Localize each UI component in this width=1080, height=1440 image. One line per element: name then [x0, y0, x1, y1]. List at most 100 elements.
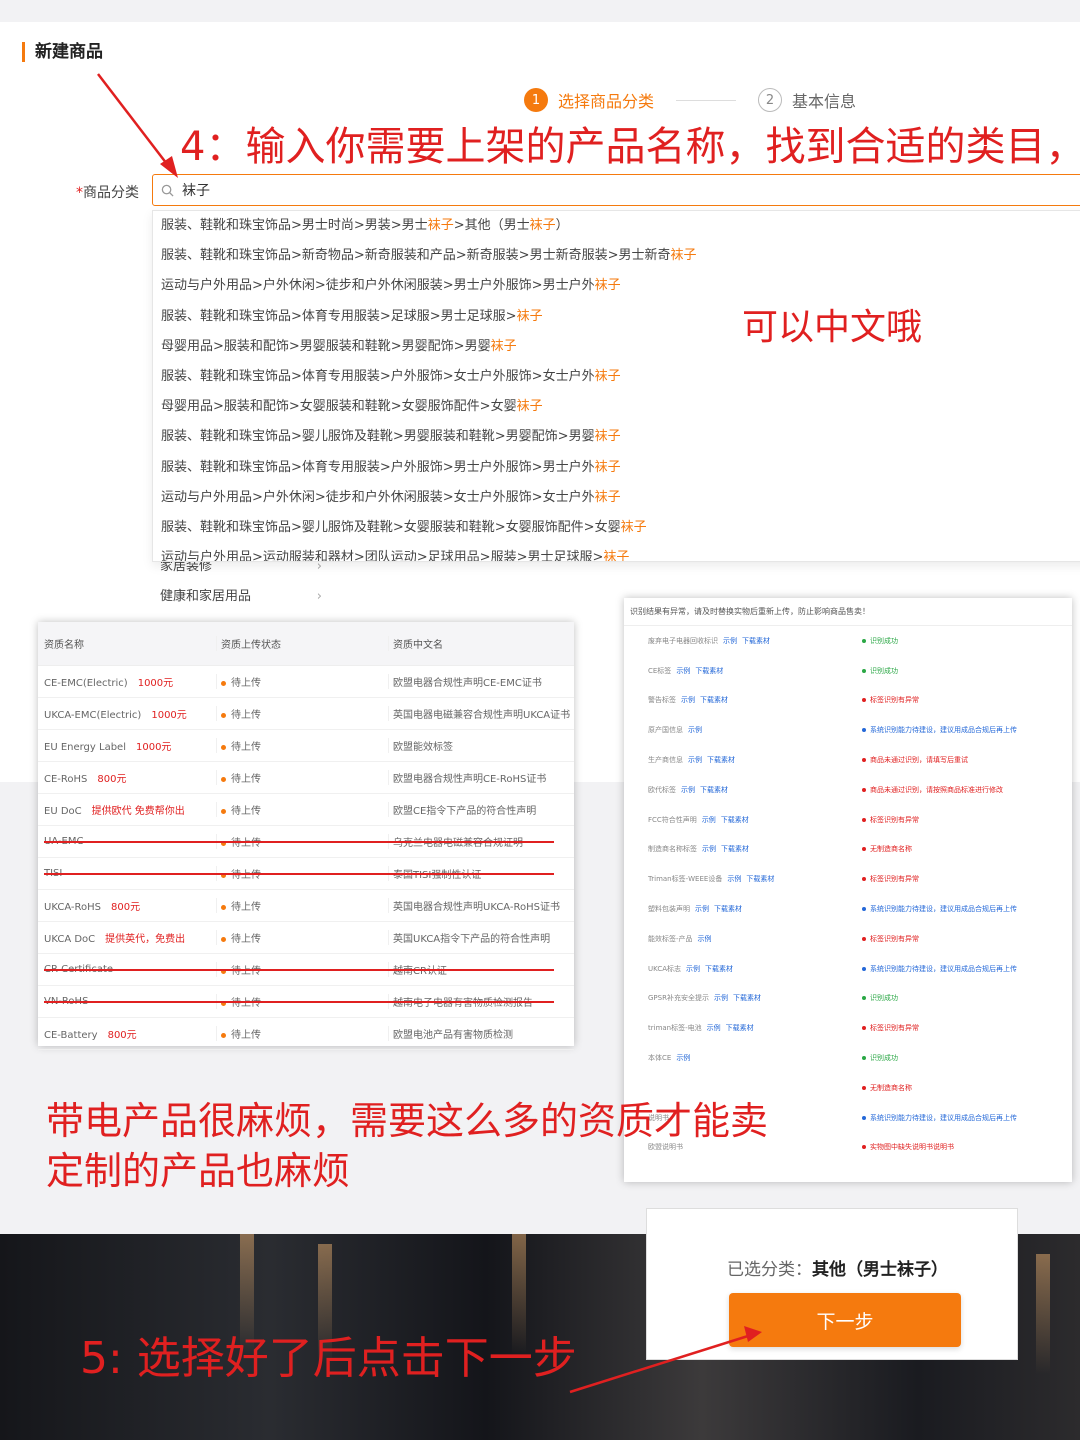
- example-link[interactable]: 示例: [727, 875, 741, 883]
- suggestion-item[interactable]: 母婴用品>服装和配饰>男婴服装和鞋靴>男婴配饰>男婴袜子: [153, 332, 1080, 362]
- download-link[interactable]: 下载素材: [721, 816, 749, 824]
- suggestion-item[interactable]: 运动与户外用品>运动服装和器材>团队运动>足球用品>服装>男士足球服>袜子: [153, 543, 1080, 561]
- material-name: UKCA标志 示例 下载素材: [624, 964, 838, 974]
- example-link[interactable]: 示例: [707, 1024, 721, 1032]
- check-result: 系统识别能力待建设，建议用成品合规后再上传: [838, 904, 1072, 914]
- download-link[interactable]: 下载素材: [700, 786, 728, 794]
- step-2-number: 2: [758, 88, 783, 112]
- check-result-text: 识别成功: [870, 994, 898, 1003]
- status-dot-icon: [862, 1085, 866, 1090]
- suggestion-item[interactable]: 服装、鞋靴和珠宝饰品>新奇物品>新奇服装和产品>新奇服装>男士新奇服装>男士新奇…: [153, 241, 1080, 271]
- material-row: 废弃电子电器回收标识 示例 下载素材 识别成功: [624, 626, 1072, 656]
- example-link[interactable]: 示例: [714, 994, 728, 1002]
- download-link[interactable]: 下载素材: [714, 905, 742, 913]
- example-link[interactable]: 示例: [676, 1054, 690, 1062]
- suggestion-item[interactable]: 母婴用品>服装和配饰>女婴服装和鞋靴>女婴服饰配件>女婴袜子: [153, 392, 1080, 422]
- qualification-name: CE-RoHS 800元: [38, 770, 216, 785]
- example-link[interactable]: 示例: [676, 667, 690, 675]
- download-link[interactable]: 下载素材: [742, 637, 770, 645]
- decorative-light: [1036, 1254, 1050, 1374]
- check-result-text: 商品未通过识别，请填写后重试: [870, 756, 968, 765]
- step-connector: [676, 99, 737, 101]
- search-icon: [161, 184, 174, 197]
- check-result-text: 标签识别有异常: [870, 696, 919, 705]
- example-link[interactable]: 示例: [723, 637, 737, 645]
- suggestion-path: 服装、鞋靴和珠宝饰品>婴儿服饰及鞋靴>女婴服装和鞋靴>女婴服饰配件>女婴: [161, 519, 621, 535]
- status-dot-icon: [862, 668, 866, 673]
- suggestion-item[interactable]: 运动与户外用品>户外休闲>徒步和户外休闲服装>男士户外服饰>男士户外袜子: [153, 271, 1080, 301]
- table-row: UKCA DoC 提供英代，免费出 待上传 英国UKCA指令下产品的符合性声明: [38, 922, 574, 954]
- price-note: 1000元: [137, 678, 174, 689]
- material-row: UKCA标志 示例 下载素材 系统识别能力待建设，建议用成品合规后再上传: [624, 954, 1072, 984]
- table-row: UKCA-EMC(Electric) 1000元 待上传 英国电器电磁兼容合规性声明U…: [38, 698, 574, 730]
- check-result: 商品未通过识别，请按照商品标准进行修改: [838, 785, 1072, 795]
- suggestion-item[interactable]: 服装、鞋靴和珠宝饰品>婴儿服饰及鞋靴>男婴服装和鞋靴>男婴配饰>男婴袜子: [153, 422, 1080, 452]
- download-link[interactable]: 下载素材: [705, 965, 733, 973]
- qualification-name-text: UKCA DoC: [44, 934, 96, 945]
- download-link[interactable]: 下载素材: [707, 756, 735, 764]
- example-link[interactable]: 示例: [686, 965, 700, 973]
- download-link[interactable]: 下载素材: [721, 845, 749, 853]
- example-link[interactable]: 示例: [702, 845, 716, 853]
- suggestion-item[interactable]: 服装、鞋靴和珠宝饰品>婴儿服饰及鞋靴>女婴服装和鞋靴>女婴服饰配件>女婴袜子: [153, 513, 1080, 543]
- qualification-name-text: EU Energy Label: [44, 742, 126, 753]
- qualification-name: UKCA-RoHS 800元: [38, 898, 216, 913]
- download-link[interactable]: 下载素材: [733, 994, 761, 1002]
- material-row: 本体CE 示例 识别成功: [624, 1043, 1072, 1073]
- material-row: 制造商名称标签 示例 下载素材 无制造商名称: [624, 835, 1072, 865]
- upload-status: 待上传: [216, 898, 388, 913]
- annotation-step-4: 4：输入你需要上架的产品名称，找到合适的类目，: [180, 124, 1080, 170]
- example-link[interactable]: 示例: [698, 935, 712, 943]
- suggestion-item[interactable]: 服装、鞋靴和珠宝饰品>体育专用服装>户外服饰>女士户外服饰>女士户外袜子: [153, 362, 1080, 392]
- suggestion-item[interactable]: 运动与户外用品>户外休闲>徒步和户外休闲服装>女士户外服饰>女士户外袜子: [153, 483, 1080, 513]
- material-name-text: CE标签: [648, 666, 672, 675]
- suggestion-path: 服装、鞋靴和珠宝饰品>新奇物品>新奇服装和产品>新奇服装>男士新奇服装>男士新奇: [161, 248, 671, 264]
- material-name-text: GPSR补充安全提示: [648, 994, 709, 1003]
- suggestion-item[interactable]: 服装、鞋靴和珠宝饰品>体育专用服装>户外服饰>男士户外服饰>男士户外袜子: [153, 453, 1080, 483]
- material-name-text: 生产商信息: [648, 756, 683, 765]
- upload-status-text: 待上传: [231, 966, 261, 977]
- material-name-text: Triman标签-WEEE设备: [648, 875, 723, 884]
- download-link[interactable]: 下载素材: [695, 667, 723, 675]
- suggestion-item[interactable]: 服装、鞋靴和珠宝饰品>男士时尚>男装>男士袜子>其他（男士袜子）: [153, 211, 1080, 241]
- qualification-cn-name: 欧盟CE指令下产品的符合性声明: [388, 802, 574, 817]
- material-name-text: 塑料包装声明: [648, 905, 690, 914]
- status-dot-icon: [862, 996, 866, 1001]
- example-link[interactable]: 示例: [688, 726, 702, 734]
- qualification-cn-name: 欧盟电器合规性声明CE-RoHS证书: [388, 770, 574, 785]
- suggestion-item[interactable]: 服装、鞋靴和珠宝饰品>体育专用服装>足球服>男士足球服>袜子: [153, 302, 1080, 332]
- upload-status-text: 待上传: [231, 742, 261, 753]
- price-note: 1000元: [151, 710, 187, 721]
- price-note: 1000元: [135, 742, 172, 753]
- qualification-name-text: CE-RoHS: [44, 774, 88, 785]
- status-dot-icon: [862, 1115, 866, 1120]
- status-dot-icon: [862, 1145, 866, 1150]
- next-step-button[interactable]: 下一步: [729, 1293, 961, 1347]
- material-name-text: 本体CE: [648, 1054, 672, 1063]
- upload-status: 待上传: [216, 674, 388, 689]
- download-link[interactable]: 下载素材: [726, 1024, 754, 1032]
- example-link[interactable]: 示例: [688, 756, 702, 764]
- example-link[interactable]: 示例: [681, 786, 695, 794]
- material-name: 制造商名称标签 示例 下载素材: [624, 844, 838, 854]
- qualification-cn-name: 英国电器合规性声明UKCA-RoHS证书: [388, 898, 574, 913]
- qualification-name-text: CE-Battery: [44, 1030, 98, 1041]
- menu-item-health-household[interactable]: 健康和家居用品 ›: [152, 582, 332, 612]
- suggestion-highlight: 袜子: [594, 278, 621, 294]
- qualification-cn-name: 欧盟电器合规性声明CE-EMC证书: [388, 674, 574, 689]
- material-name: 原产国信息 示例: [624, 725, 838, 735]
- example-link[interactable]: 示例: [695, 905, 709, 913]
- download-link[interactable]: 下载素材: [700, 696, 728, 704]
- check-result: 实物图中缺失说明书说明书: [838, 1142, 1072, 1152]
- upload-status-text: 待上传: [231, 838, 261, 849]
- category-search-input[interactable]: 袜子: [152, 174, 1080, 206]
- category-label: *商品分类: [76, 182, 139, 202]
- material-name: triman标签-电池 示例 下载素材: [624, 1023, 838, 1033]
- qualification-name: CE-Battery 800元: [38, 1026, 216, 1041]
- example-link[interactable]: 示例: [702, 816, 716, 824]
- example-link[interactable]: 示例: [681, 696, 695, 704]
- upload-status-text: 待上传: [231, 806, 261, 817]
- download-link[interactable]: 下载素材: [746, 875, 774, 883]
- material-name-text: 欧代标签: [648, 785, 676, 794]
- status-dot-icon: [862, 877, 866, 882]
